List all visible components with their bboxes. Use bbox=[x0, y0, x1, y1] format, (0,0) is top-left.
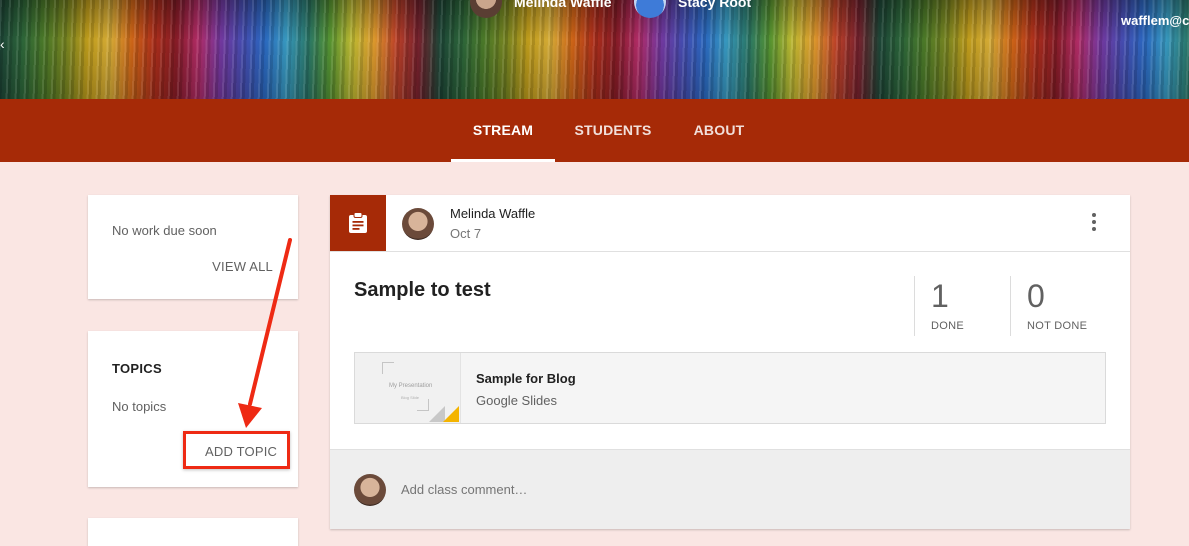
active-tab-indicator bbox=[451, 159, 555, 162]
tab-bar: STREAM STUDENTS ABOUT bbox=[0, 99, 1189, 162]
assignment-type-badge bbox=[330, 195, 386, 252]
no-work-message: No work due soon bbox=[112, 223, 217, 238]
owner-name: Stacy Root bbox=[678, 0, 752, 10]
menu-chevron-icon[interactable]: ‹ bbox=[0, 36, 5, 52]
extra-sidebar-card bbox=[88, 518, 298, 546]
stat-divider bbox=[1010, 276, 1011, 336]
class-banner bbox=[0, 0, 1189, 99]
tab-students[interactable]: STUDENTS bbox=[566, 99, 660, 162]
more-options-icon[interactable] bbox=[1090, 213, 1098, 233]
commenter-avatar bbox=[354, 474, 386, 506]
view-all-button[interactable]: VIEW ALL bbox=[212, 259, 273, 274]
no-topics-message: No topics bbox=[112, 399, 167, 414]
topics-heading: TOPICS bbox=[112, 361, 162, 376]
assignment-clipboard-icon bbox=[349, 212, 367, 233]
attachment-slides[interactable]: My Presentation Blog Slide Sample for Bl… bbox=[354, 352, 1106, 424]
thumbnail-title: My Presentation bbox=[389, 383, 433, 389]
tab-stream[interactable]: STREAM bbox=[451, 99, 555, 162]
slides-corner-icon bbox=[443, 406, 459, 422]
annotation-highlight-box bbox=[183, 431, 290, 469]
slides-thumbnail: My Presentation Blog Slide bbox=[355, 353, 461, 423]
upcoming-work-card: No work due soon VIEW ALL bbox=[88, 195, 298, 299]
not-done-count[interactable]: 0 bbox=[1027, 278, 1045, 315]
post-date: Oct 7 bbox=[450, 226, 482, 241]
author-avatar bbox=[402, 208, 434, 240]
account-email[interactable]: wafflem@c bbox=[1121, 13, 1189, 28]
not-done-label: NOT DONE bbox=[1027, 320, 1088, 332]
post-divider bbox=[330, 251, 1130, 252]
assignment-post-card: Melinda Waffle Oct 7 Sample to test 1 DO… bbox=[330, 195, 1130, 529]
assignment-title[interactable]: Sample to test bbox=[354, 279, 491, 302]
stat-divider bbox=[914, 276, 915, 336]
class-comment-bar: Add class comment… bbox=[330, 449, 1130, 529]
done-count[interactable]: 1 bbox=[931, 278, 949, 315]
teacher-name: Melinda Waffle bbox=[514, 0, 612, 10]
class-comment-input[interactable]: Add class comment… bbox=[401, 482, 527, 497]
attachment-title: Sample for Blog bbox=[476, 371, 576, 386]
done-label: DONE bbox=[931, 320, 964, 332]
attachment-type: Google Slides bbox=[476, 393, 557, 408]
tab-about[interactable]: ABOUT bbox=[682, 99, 756, 162]
post-author: Melinda Waffle bbox=[450, 206, 536, 221]
